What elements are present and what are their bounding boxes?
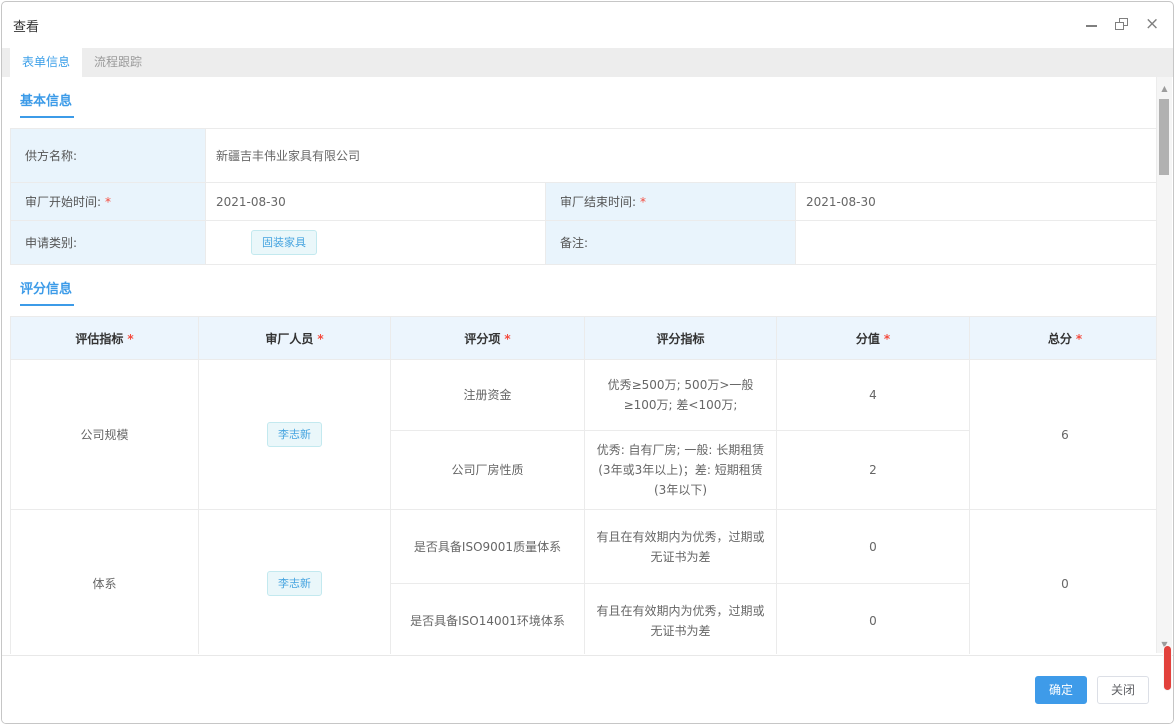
required-asterisk: *: [504, 332, 510, 346]
score-cell: 4: [777, 360, 970, 431]
confirm-button[interactable]: 确定: [1035, 676, 1087, 704]
auditor-cell: 李志新: [199, 360, 391, 510]
vertical-scrollbar[interactable]: ▲ ▼: [1156, 77, 1172, 653]
criteria-cell: 优秀: 自有厂房; 一般: 长期租赁(3年或3年以上)；差: 短期租赁(3年以下…: [585, 431, 777, 510]
item-cell: 是否具备ISO14001环境体系: [391, 584, 585, 655]
basic-info-table: 供方名称: 新疆吉丰伟业家具有限公司 审厂开始时间:* 2021-08-30 审…: [10, 128, 1156, 265]
item-cell: 公司厂房性质: [391, 431, 585, 510]
criteria-cell: 有且在有效期内为优秀，过期或无证书为差: [585, 584, 777, 655]
indicator-cell: 体系: [11, 510, 199, 655]
score-cell: 0: [777, 584, 970, 655]
required-asterisk: *: [1076, 332, 1082, 346]
total-cell: 0: [970, 510, 1157, 655]
audit-start-value: 2021-08-30: [206, 183, 546, 221]
minimize-icon[interactable]: [1085, 18, 1099, 32]
section-title-score: 评分信息: [20, 278, 74, 306]
form-content: 基本信息 供方名称: 新疆吉丰伟业家具有限公司 审厂开始时间:* 2021-08…: [2, 77, 1156, 654]
score-cell: 2: [777, 431, 970, 510]
close-button[interactable]: 关闭: [1097, 676, 1149, 704]
auditor-tag: 李志新: [267, 571, 322, 596]
auditor-cell: 李志新: [199, 510, 391, 655]
restore-icon[interactable]: [1115, 18, 1129, 32]
category-tag: 固装家具: [251, 230, 317, 255]
audit-start-label: 审厂开始时间:*: [11, 183, 206, 221]
column-header-criteria: 评分指标: [585, 317, 777, 360]
table-row: 公司规模 李志新 注册资金 优秀≥500万; 500万>一般≥100万; 差<1…: [11, 360, 1157, 431]
item-cell: 是否具备ISO9001质量体系: [391, 510, 585, 584]
scroll-up-icon[interactable]: ▲: [1157, 84, 1172, 93]
window-controls: ×: [1085, 18, 1159, 32]
required-asterisk: *: [317, 332, 323, 346]
dialog-titlebar: 查看 ×: [2, 2, 1173, 48]
item-cell: 注册资金: [391, 360, 585, 431]
table-row: 申请类别: 固装家具 备注:: [11, 221, 1157, 265]
tab-process-tracking[interactable]: 流程跟踪: [82, 48, 154, 77]
column-header-indicator: 评估指标*: [11, 317, 199, 360]
score-table: 评估指标* 审厂人员* 评分项* 评分指标 分值* 总分* 公司规模 李志新 注…: [10, 316, 1156, 654]
dialog-footer: 确定 关闭: [2, 655, 1173, 723]
column-header-score: 分值*: [777, 317, 970, 360]
tab-form-info[interactable]: 表单信息: [10, 48, 82, 77]
supplier-name-label: 供方名称:: [11, 129, 206, 183]
criteria-cell: 有且在有效期内为优秀，过期或无证书为差: [585, 510, 777, 584]
apply-category-label: 申请类别:: [11, 221, 206, 265]
indicator-cell: 公司规模: [11, 360, 199, 510]
required-asterisk: *: [127, 332, 133, 346]
dialog-title: 查看: [13, 16, 39, 35]
auditor-tag: 李志新: [267, 422, 322, 447]
total-cell: 6: [970, 360, 1157, 510]
score-header-row: 评估指标* 审厂人员* 评分项* 评分指标 分值* 总分*: [11, 317, 1157, 360]
view-dialog: 查看 × 表单信息 流程跟踪 基本信息 供方名称: 新疆吉丰伟业家具有限公司 审…: [1, 1, 1174, 724]
score-cell: 0: [777, 510, 970, 584]
required-asterisk: *: [640, 195, 646, 209]
outer-scrollbar-thumb[interactable]: [1164, 646, 1171, 690]
remark-label: 备注:: [546, 221, 796, 265]
table-row: 供方名称: 新疆吉丰伟业家具有限公司: [11, 129, 1157, 183]
audit-end-label: 审厂结束时间:*: [546, 183, 796, 221]
column-header-total: 总分*: [970, 317, 1157, 360]
remark-value: [796, 221, 1157, 265]
supplier-name-value: 新疆吉丰伟业家具有限公司: [206, 129, 1157, 183]
column-header-item: 评分项*: [391, 317, 585, 360]
table-row: 体系 李志新 是否具备ISO9001质量体系 有且在有效期内为优秀，过期或无证书…: [11, 510, 1157, 584]
tab-bar: 表单信息 流程跟踪: [2, 48, 1173, 77]
column-header-auditor: 审厂人员*: [199, 317, 391, 360]
required-asterisk: *: [884, 332, 890, 346]
section-title-basic: 基本信息: [20, 90, 74, 118]
required-asterisk: *: [105, 195, 111, 209]
audit-end-value: 2021-08-30: [796, 183, 1157, 221]
table-row: 审厂开始时间:* 2021-08-30 审厂结束时间:* 2021-08-30: [11, 183, 1157, 221]
close-icon[interactable]: ×: [1145, 18, 1159, 32]
apply-category-value: 固装家具: [206, 221, 546, 265]
scrollbar-thumb[interactable]: [1159, 99, 1169, 175]
criteria-cell: 优秀≥500万; 500万>一般≥100万; 差<100万;: [585, 360, 777, 431]
